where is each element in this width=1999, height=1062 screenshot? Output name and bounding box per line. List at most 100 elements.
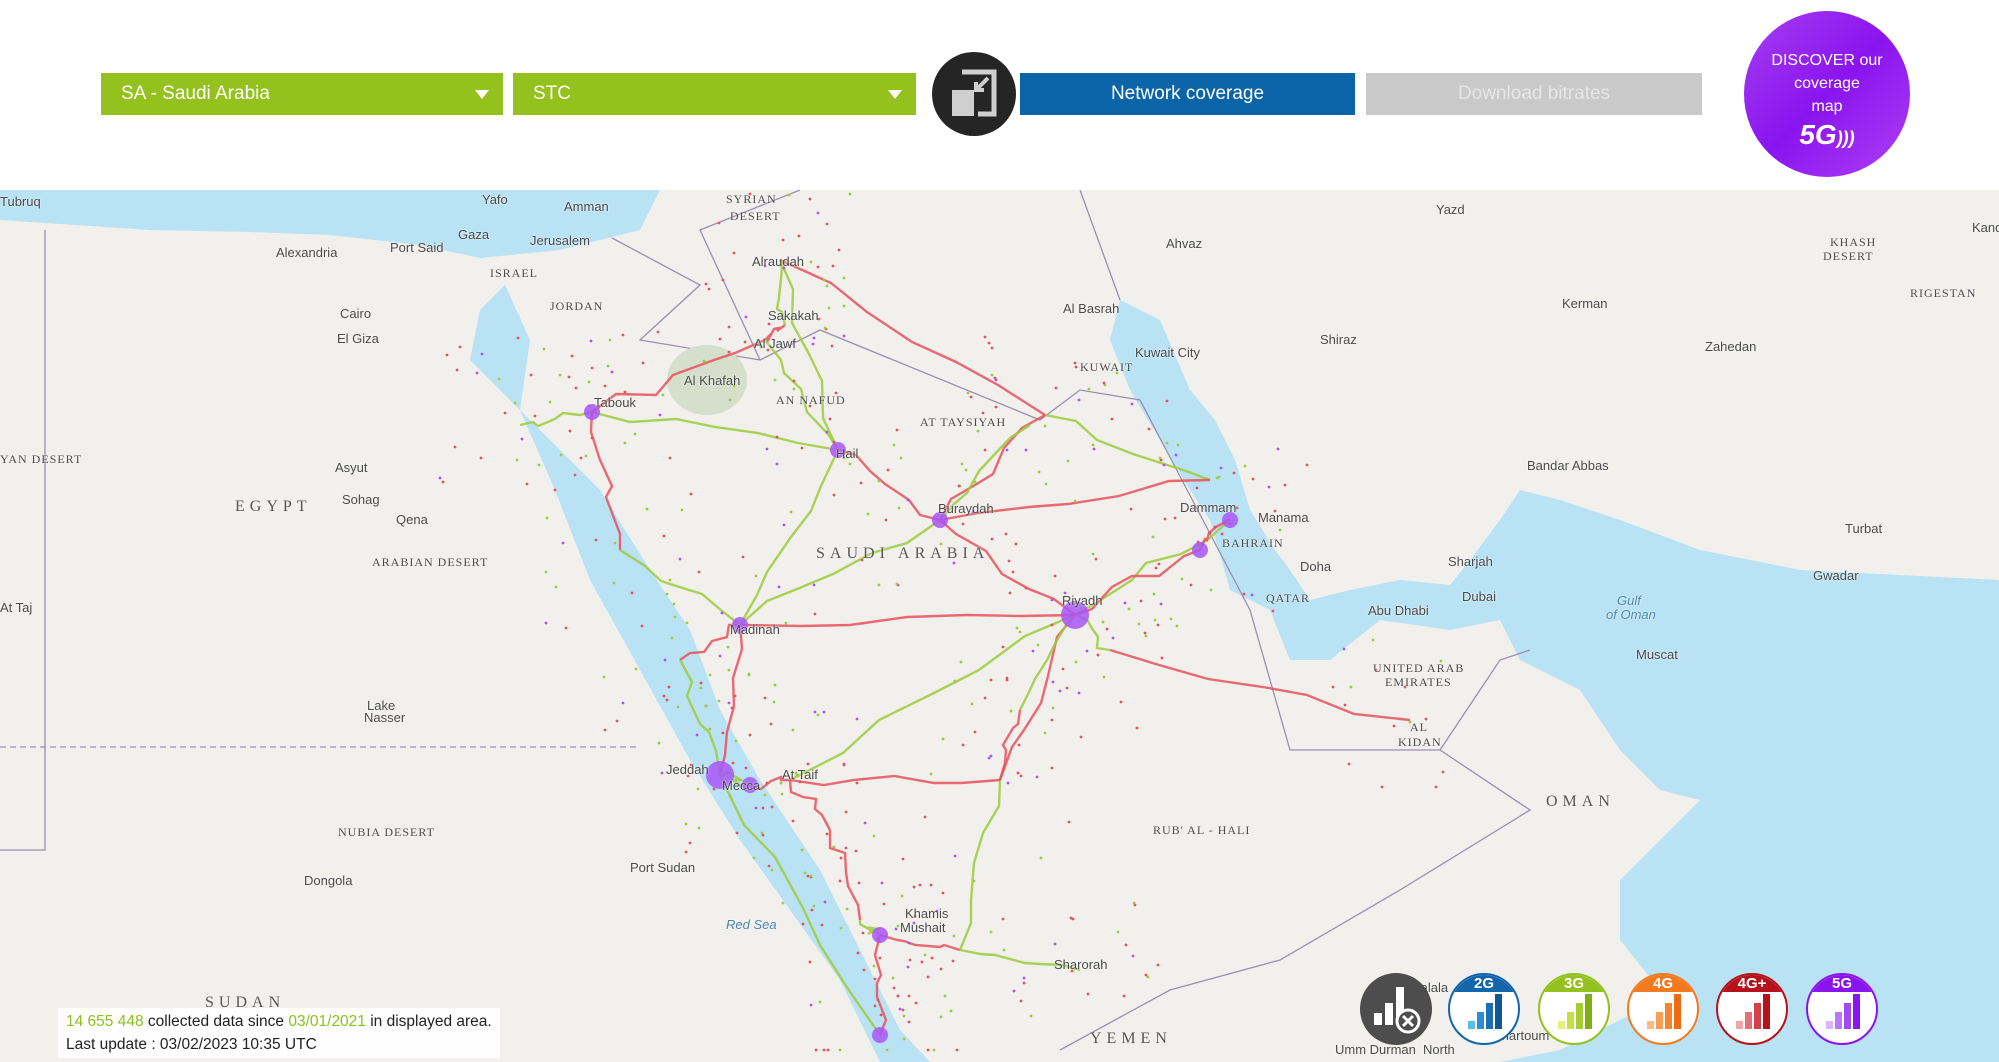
coverage-point xyxy=(1380,785,1384,789)
exit-fullscreen-button[interactable] xyxy=(932,52,1016,136)
coverage-point xyxy=(623,441,627,445)
coverage-point xyxy=(662,534,666,538)
coverage-point xyxy=(752,856,756,860)
coverage-point xyxy=(704,704,708,708)
signal-bars-icon xyxy=(1647,994,1681,1029)
discover-5g-coverage-button[interactable]: DISCOVER our coverage map 5G))) xyxy=(1744,11,1910,177)
coverage-point xyxy=(812,583,816,587)
map-label: Alexandria xyxy=(276,245,338,260)
coverage-point xyxy=(822,710,826,714)
map-label: Amman xyxy=(564,199,609,214)
coverage-road xyxy=(879,933,961,952)
coverage-point xyxy=(943,994,947,998)
coverage-point xyxy=(630,591,634,595)
map-label: JORDAN xyxy=(550,299,604,313)
coverage-point xyxy=(923,953,927,957)
coverage-point xyxy=(621,701,625,705)
country-select[interactable]: SA - Saudi Arabia xyxy=(101,73,503,115)
coverage-point xyxy=(1067,820,1071,824)
coverage-point xyxy=(663,658,667,662)
coverage-point xyxy=(702,359,706,363)
coverage-point xyxy=(1105,627,1109,631)
coverage-point xyxy=(455,368,459,372)
coverage-point xyxy=(832,845,836,849)
coverage-road xyxy=(591,410,839,452)
coverage-point xyxy=(808,197,812,201)
toggle-no-coverage[interactable] xyxy=(1360,973,1432,1045)
toggle-4g-plus[interactable]: 4G+ xyxy=(1716,973,1788,1045)
coverage-point xyxy=(1137,622,1141,626)
toggle-2g[interactable]: 2G xyxy=(1448,973,1520,1045)
coverage-point xyxy=(497,377,501,381)
coverage-point xyxy=(838,1048,842,1052)
toggle-3g[interactable]: 3G xyxy=(1538,973,1610,1045)
map-label: Jeddah xyxy=(666,762,709,777)
coverage-point xyxy=(1175,624,1179,628)
exit-fullscreen-icon xyxy=(952,69,997,117)
coverage-point xyxy=(554,585,558,589)
download-bitrates-button[interactable]: Download bitrates xyxy=(1366,73,1702,115)
coverage-point xyxy=(797,234,801,238)
coverage-point xyxy=(812,904,816,908)
coverage-point xyxy=(809,874,813,878)
coverage-point xyxy=(1053,942,1057,946)
coverage-point xyxy=(553,488,557,492)
coverage-point xyxy=(730,706,734,710)
map-label: Shiraz xyxy=(1320,332,1357,347)
coverage-point xyxy=(1139,599,1143,603)
coverage-map[interactable]: Tubruq Yafo Amman SYRIAN DESERT Gaza Jerusalem… xyxy=(0,190,1999,1062)
operator-select[interactable]: STC xyxy=(513,73,916,115)
coverage-point xyxy=(765,781,769,785)
chevron-down-icon xyxy=(475,90,489,99)
coverage-point xyxy=(863,821,867,825)
city-5g-coverage xyxy=(872,1027,888,1043)
coverage-point xyxy=(1094,557,1098,561)
coverage-point xyxy=(1163,517,1167,521)
coverage-point xyxy=(895,428,899,432)
coverage-point xyxy=(542,347,546,351)
coverage-point xyxy=(513,401,517,405)
coverage-point xyxy=(1039,856,1043,860)
coverage-road xyxy=(1109,648,1411,722)
coverage-point xyxy=(606,364,610,368)
coverage-point xyxy=(908,958,912,962)
coverage-point xyxy=(895,582,899,586)
coverage-point xyxy=(708,727,712,731)
coverage-point xyxy=(438,476,442,480)
coverage-point xyxy=(1219,466,1223,470)
coverage-point xyxy=(990,537,994,541)
coverage-point xyxy=(882,902,886,906)
coverage-point xyxy=(892,443,896,447)
map-label: ISRAEL xyxy=(490,266,538,280)
coverage-point xyxy=(544,621,548,625)
coverage-road xyxy=(779,258,1046,417)
toggle-4g[interactable]: 4G xyxy=(1627,973,1699,1045)
signal-waves-icon: ))) xyxy=(1836,128,1855,148)
coverage-point xyxy=(603,728,607,732)
map-label: Gwadar xyxy=(1813,568,1859,583)
coverage-point xyxy=(844,810,848,814)
map-label: Madinah xyxy=(730,622,780,637)
coverage-point xyxy=(1006,781,1010,785)
coverage-point xyxy=(1092,447,1096,451)
coverage-point xyxy=(1144,634,1148,638)
coverage-point xyxy=(1209,588,1213,592)
toggle-5g[interactable]: 5G xyxy=(1806,973,1878,1045)
coverage-point xyxy=(1001,645,1005,649)
coverage-point xyxy=(680,508,684,512)
coverage-point xyxy=(1147,427,1151,431)
coverage-road xyxy=(1018,614,1076,711)
coverage-point xyxy=(662,694,666,698)
signal-bar xyxy=(1486,1003,1493,1029)
coverage-point xyxy=(1029,1014,1033,1018)
coverage-point xyxy=(728,398,732,402)
coverage-point xyxy=(822,1048,826,1052)
coverage-point xyxy=(1074,660,1078,664)
coverage-point xyxy=(1151,535,1155,539)
top-bar: SA - Saudi Arabia STC Network coverage D… xyxy=(0,0,1999,190)
coverage-point xyxy=(987,341,991,345)
map-label: Yazd xyxy=(1436,202,1465,217)
network-coverage-button[interactable]: Network coverage xyxy=(1020,73,1355,115)
coverage-point xyxy=(660,771,664,775)
coverage-point xyxy=(1024,425,1028,429)
